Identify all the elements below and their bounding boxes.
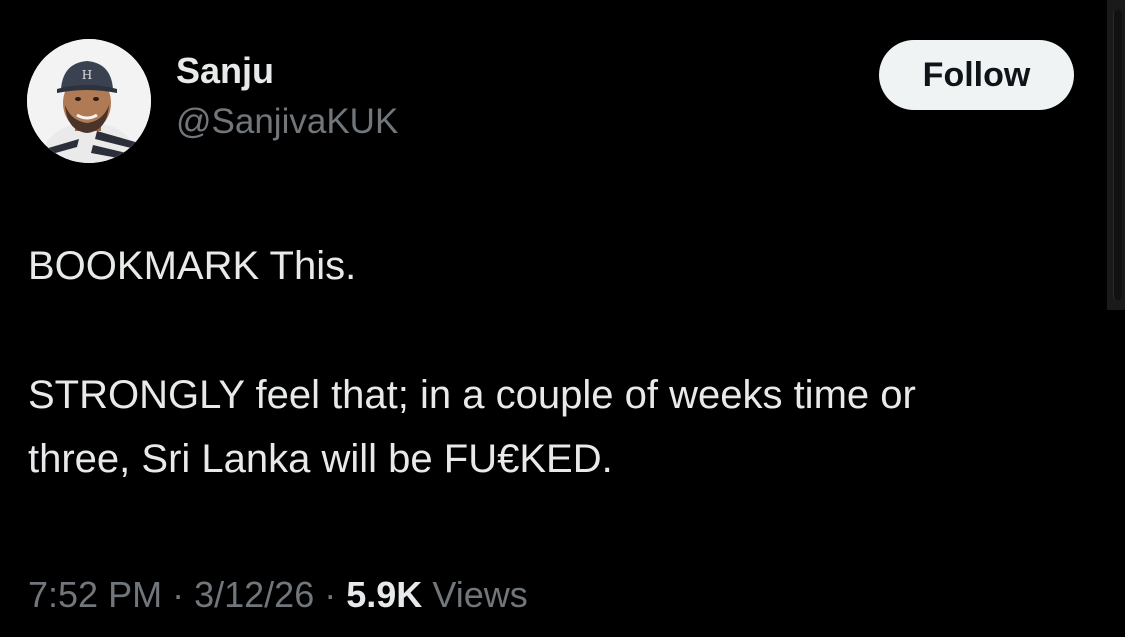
views-count[interactable]: 5.9K (346, 574, 422, 615)
display-name[interactable]: Sanju (176, 50, 274, 92)
tweet-time[interactable]: 7:52 PM (28, 574, 162, 615)
meta-separator: · (172, 574, 185, 615)
profile-photo-icon: H (27, 39, 151, 163)
tweet-text-line: STRONGLY feel that; in a couple of weeks… (28, 373, 916, 417)
scrollbar[interactable] (1107, 0, 1125, 310)
tweet-text-line: three, Sri Lanka will be FU€KED. (28, 437, 613, 481)
meta-separator: · (324, 574, 337, 615)
tweet-meta: 7:52 PM · 3/12/26 · 5.9K Views (28, 574, 528, 616)
svg-text:H: H (82, 68, 92, 82)
avatar[interactable]: H (27, 39, 151, 163)
user-handle[interactable]: @SanjivaKUK (176, 102, 398, 142)
scrollbar-thumb[interactable] (1113, 10, 1122, 300)
follow-button[interactable]: Follow (879, 40, 1074, 110)
views-label: Views (432, 574, 528, 615)
tweet-date[interactable]: 3/12/26 (194, 574, 314, 615)
tweet-text-line: BOOKMARK This. (28, 244, 357, 288)
tweet-card: H Sanju @SanjivaKUK Follow BOOKMARK This… (0, 0, 1125, 637)
